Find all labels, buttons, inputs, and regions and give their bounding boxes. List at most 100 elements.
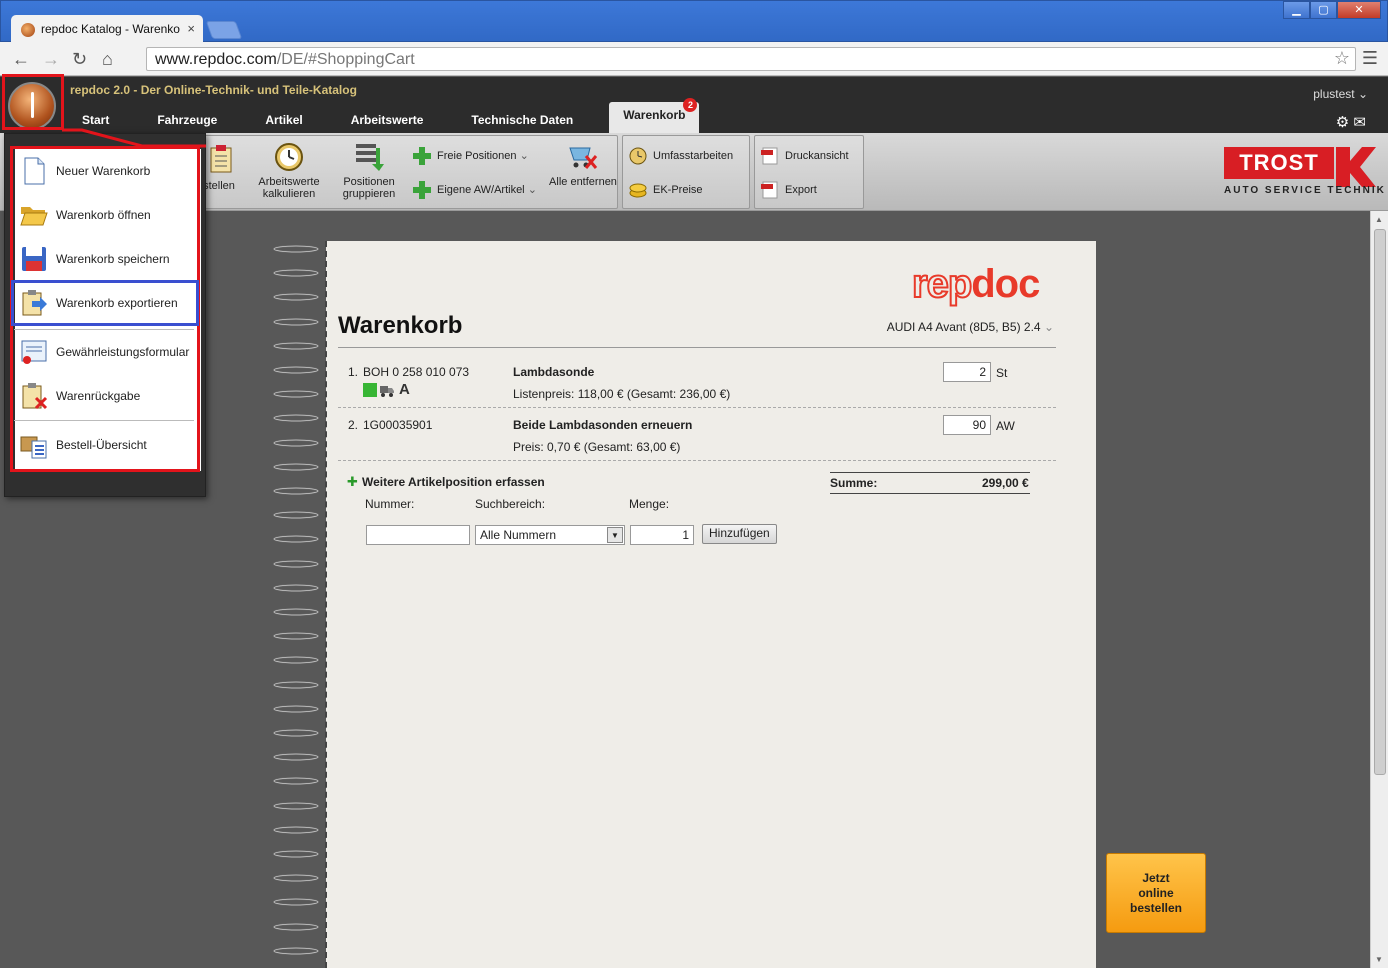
- header-icons: ⚙ ✉: [1336, 113, 1366, 131]
- umfassarbeiten-button[interactable]: Umfasstarbeiten: [629, 146, 733, 166]
- add-plus-icon: ✚: [347, 474, 358, 489]
- hinzufuegen-button[interactable]: Hinzufügen: [702, 524, 777, 544]
- toolbar-group-pricing: Umfasstarbeiten EK-Preise: [622, 135, 750, 209]
- group-arrow-icon: [356, 144, 384, 171]
- position-2-name: Beide Lambdasonden erneuern: [513, 418, 693, 432]
- trost-brand-subtitle: Auto Service Technik: [1224, 185, 1386, 196]
- coins-icon: [629, 183, 647, 198]
- druckansicht-button[interactable]: Druckansicht: [761, 146, 849, 166]
- select-arrow-icon[interactable]: ▼: [607, 527, 623, 543]
- arbeitswerte-kalkulieren-button[interactable]: Arbeitswerte kalkulieren: [253, 142, 325, 200]
- back-arrow-icon[interactable]: ←: [12, 49, 30, 70]
- spiral-coil: [273, 608, 319, 616]
- spiral-coil: [273, 535, 319, 544]
- position-divider: [338, 407, 1056, 408]
- ek-preise-label: EK-Preise: [653, 184, 703, 196]
- highlight-box-export: [11, 280, 199, 326]
- address-bar: ← → ↻ ⌂ www.repdoc.com/DE/#ShoppingCart …: [0, 42, 1388, 76]
- reload-icon[interactable]: ↻: [72, 49, 87, 70]
- alle-entfernen-button[interactable]: Alle entfernen: [547, 142, 619, 188]
- chevron-down-icon: ⌄: [527, 184, 537, 196]
- green-plus-icon: [413, 181, 431, 199]
- maximize-icon[interactable]: ▢: [1310, 1, 1337, 19]
- url-input[interactable]: www.repdoc.com/DE/#ShoppingCart: [146, 47, 1356, 71]
- menge-label: Menge:: [629, 497, 670, 511]
- vertical-scrollbar[interactable]: ▲ ▼: [1370, 211, 1388, 968]
- spiral-coil: [273, 656, 319, 665]
- suchbereich-select[interactable]: Alle Nummern ▼: [475, 525, 625, 545]
- clipboard-icon: [210, 145, 232, 173]
- spiral-coil: [273, 825, 319, 834]
- gear-icon[interactable]: ⚙: [1336, 114, 1349, 131]
- export-button[interactable]: Export: [761, 180, 817, 200]
- scroll-up-icon[interactable]: ▲: [1375, 215, 1383, 224]
- scrollbar-thumb[interactable]: [1374, 229, 1386, 775]
- spiral-coil: [273, 390, 319, 399]
- minimize-icon[interactable]: ▁: [1283, 1, 1310, 19]
- scroll-down-icon[interactable]: ▼: [1375, 955, 1383, 964]
- order-line-2: online: [1138, 886, 1174, 900]
- clock-calculator-icon: [275, 143, 303, 171]
- position-2-unit: AW: [996, 419, 1015, 433]
- spiral-binding: [268, 241, 328, 968]
- summe-value: 299,00 €: [982, 476, 1029, 490]
- spiral-coil: [273, 414, 319, 423]
- forward-arrow-icon[interactable]: →: [42, 49, 60, 70]
- tab-title: repdoc Katalog - Warenko: [41, 22, 180, 36]
- nav-artikel[interactable]: Artikel: [253, 109, 314, 133]
- spiral-coil: [273, 559, 319, 568]
- app-title: repdoc 2.0 - Der Online-Technik- und Tei…: [70, 83, 357, 97]
- positionen-gruppieren-button[interactable]: Positionen gruppieren: [333, 142, 405, 200]
- close-window-icon[interactable]: ✕: [1337, 1, 1381, 19]
- spiral-coil: [273, 245, 319, 253]
- page-title: Warenkorb: [338, 312, 463, 339]
- tab-close-icon[interactable]: ×: [187, 21, 195, 36]
- user-menu[interactable]: plustest ⌄: [1313, 87, 1368, 101]
- freie-positionen-button[interactable]: Freie Positionen ⌄: [413, 146, 529, 166]
- home-icon[interactable]: ⌂: [102, 49, 113, 70]
- summe-label: Summe:: [830, 476, 878, 490]
- order-line-1: Jetzt: [1142, 871, 1170, 885]
- nummer-input[interactable]: [366, 525, 470, 545]
- nav-warenkorb[interactable]: Warenkorb 2: [609, 98, 700, 133]
- spiral-coil: [273, 317, 319, 326]
- position-1-price: Listenpreis: 118,00 € (Gesamt: 236,00 €): [513, 387, 731, 401]
- position-2-quantity-input[interactable]: 90: [943, 415, 991, 435]
- username: plustest: [1313, 87, 1355, 101]
- position-1-article[interactable]: BOH 0 258 010 073: [363, 365, 469, 379]
- add-position-title: Weitere Artikelposition erfassen: [362, 475, 545, 489]
- chevron-down-icon: ⌄: [1043, 320, 1054, 334]
- cart-remove-icon: [569, 147, 598, 169]
- position-1-unit: St: [996, 366, 1008, 380]
- logo-doc: doc: [971, 262, 1040, 306]
- nav-warenkorb-label: Warenkorb: [623, 108, 686, 122]
- mail-icon[interactable]: ✉: [1353, 114, 1366, 131]
- menge-input[interactable]: 1: [630, 525, 694, 545]
- binding-dashed-line: [325, 241, 327, 968]
- position-1-quantity-input[interactable]: 2: [943, 362, 991, 382]
- bookmark-star-icon[interactable]: ☆: [1334, 48, 1350, 69]
- spiral-coil: [273, 729, 319, 737]
- ek-preise-button[interactable]: EK-Preise: [629, 180, 703, 200]
- position-divider: [338, 460, 1056, 461]
- spiral-coil: [273, 850, 319, 858]
- availability-icon: [363, 383, 377, 397]
- new-tab-button[interactable]: [205, 21, 243, 39]
- nav-arbeitswerte[interactable]: Arbeitswerte: [339, 109, 436, 133]
- nav-technische-daten[interactable]: Technische Daten: [459, 109, 585, 133]
- position-2-article[interactable]: 1G00035901: [363, 418, 432, 432]
- spiral-coil: [273, 753, 319, 762]
- title-divider: [338, 347, 1056, 348]
- spiral-coil: [273, 777, 319, 786]
- pdf-icon: [761, 181, 778, 199]
- eigene-aw-artikel-button[interactable]: Eigene AW/Artikel ⌄: [413, 180, 537, 200]
- spiral-coil: [273, 680, 319, 689]
- browser-menu-icon[interactable]: ☰: [1362, 48, 1378, 69]
- order-online-button[interactable]: Jetzt online bestellen: [1106, 853, 1206, 933]
- export-label: Export: [785, 184, 817, 196]
- spiral-coil: [273, 366, 319, 374]
- browser-tab[interactable]: repdoc Katalog - Warenko ×: [11, 15, 203, 43]
- vehicle-selector[interactable]: AUDI A4 Avant (8D5, B5) 2.4 ⌄: [887, 320, 1054, 334]
- cart-toolbar: stellen Arbeitswerte kalkulieren Positio…: [0, 133, 1388, 211]
- toolbar-group-output: Druckansicht Export: [754, 135, 864, 209]
